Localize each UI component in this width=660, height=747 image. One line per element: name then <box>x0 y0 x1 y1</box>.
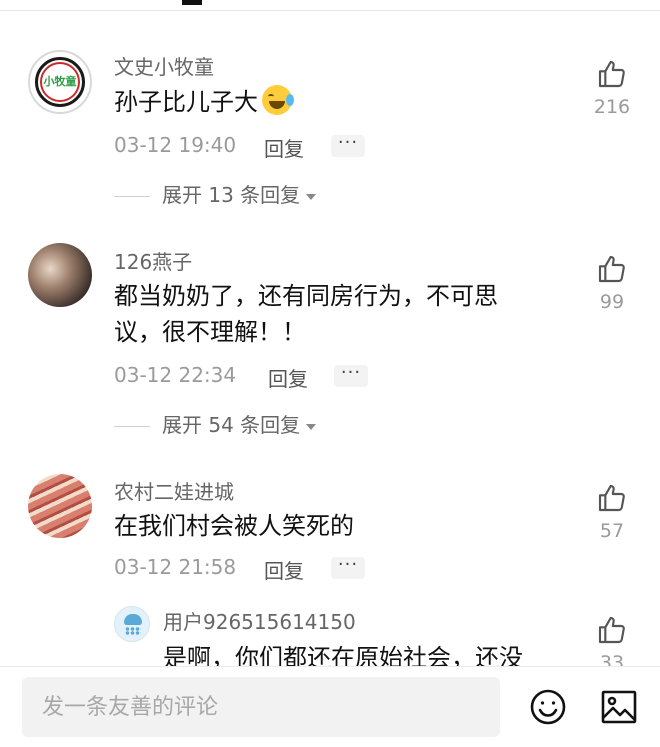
emoji-button[interactable] <box>529 688 567 730</box>
like-button[interactable] <box>592 482 632 514</box>
like-button[interactable] <box>592 58 632 90</box>
reply-button[interactable]: 回复 <box>268 363 308 392</box>
like-count: 99 <box>599 291 625 313</box>
like-count: 57 <box>599 520 625 542</box>
expand-replies-label: 展开 54 条回复 <box>162 413 301 437</box>
comment-input[interactable] <box>22 677 500 737</box>
comment-content: 在我们村会被人笑死的 <box>114 508 354 544</box>
comment-username[interactable]: 126燕子 <box>114 246 192 275</box>
more-options-button[interactable]: ··· <box>331 134 365 157</box>
top-indicator <box>182 0 202 5</box>
more-options-button[interactable]: ··· <box>334 364 368 387</box>
caret-down-icon <box>306 423 317 430</box>
reply-button[interactable]: 回复 <box>264 133 304 162</box>
comment-timestamp: 03-12 19:40 <box>114 133 237 157</box>
reply-button[interactable]: 回复 <box>264 555 304 584</box>
comment-username[interactable]: 文史小牧童 <box>114 51 214 80</box>
comment-text-line: 议，很不理解！！ <box>114 318 306 346</box>
comment-content: 都当奶奶了，还有同房行为，不可思 议，很不理解！！ <box>114 278 498 350</box>
expand-replies-label: 展开 13 条回复 <box>162 183 301 207</box>
avatar[interactable]: 小牧童 <box>28 50 92 114</box>
thumbs-up-icon <box>598 60 625 88</box>
emoji-icon <box>530 689 566 725</box>
expand-replies-button[interactable]: 展开 13 条回复 <box>114 179 317 208</box>
image-button[interactable] <box>600 688 638 730</box>
comment-text: 在我们村会被人笑死的 <box>114 512 354 540</box>
like-count: 216 <box>593 96 631 118</box>
shower-head-icon <box>124 614 142 625</box>
laughing-crying-emoji-icon <box>262 85 294 115</box>
comment-username[interactable]: 农村二娃进城 <box>114 476 234 505</box>
like-button[interactable] <box>592 253 632 285</box>
thumbs-up-icon <box>598 255 625 283</box>
comment-timestamp: 03-12 21:58 <box>114 555 237 579</box>
like-button[interactable] <box>592 614 632 646</box>
avatar-logo-text: 小牧童 <box>43 75 77 88</box>
comment-content: 孙子比儿子大 <box>114 84 294 120</box>
comment-timestamp: 03-12 22:34 <box>114 363 237 387</box>
reply-username[interactable]: 用户926515614150 <box>163 606 356 635</box>
thumbs-up-icon <box>598 616 625 644</box>
expand-replies-button[interactable]: 展开 54 条回复 <box>114 409 317 438</box>
more-options-button[interactable]: ··· <box>331 556 365 579</box>
thumbs-up-icon <box>598 484 625 512</box>
avatar[interactable] <box>28 243 92 307</box>
comment-text: 孙子比儿子大 <box>114 88 258 116</box>
comment-text-line: 都当奶奶了，还有同房行为，不可思 <box>114 282 498 310</box>
caret-down-icon <box>306 193 317 200</box>
avatar[interactable] <box>114 606 150 642</box>
image-icon <box>601 690 637 724</box>
avatar[interactable] <box>28 474 92 538</box>
top-divider <box>0 10 660 11</box>
